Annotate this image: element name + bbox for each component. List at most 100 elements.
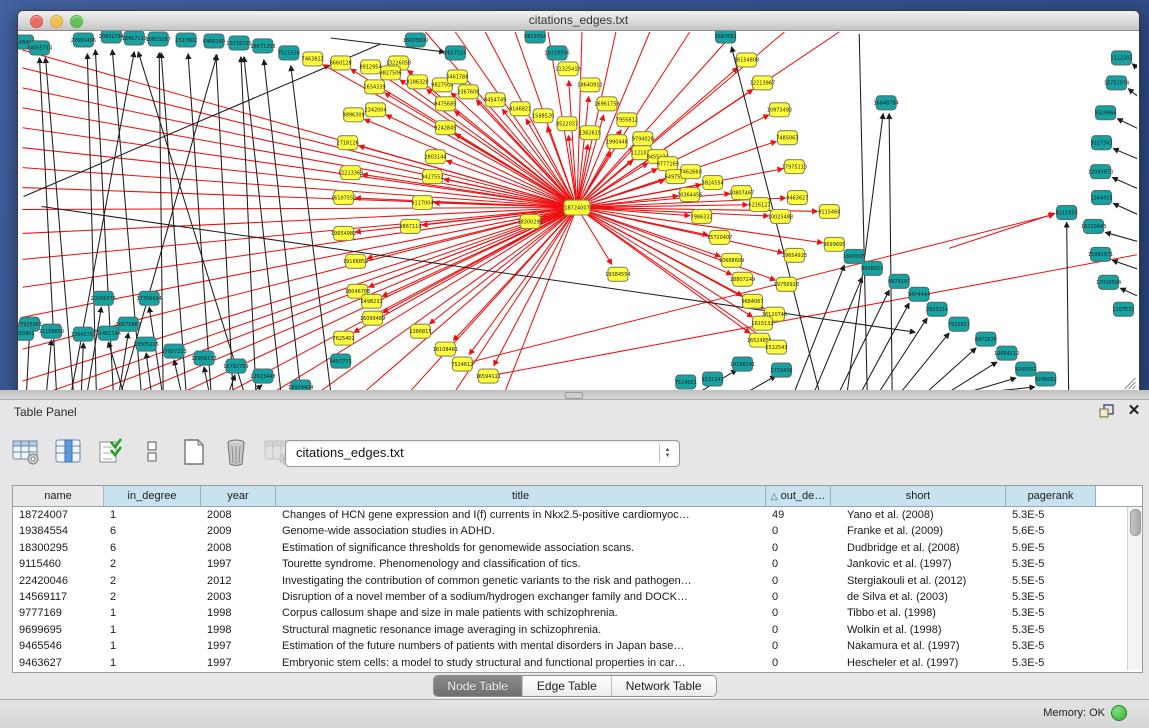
node[interactable] — [1091, 165, 1111, 179]
selected-node[interactable] — [737, 53, 757, 67]
node[interactable] — [176, 33, 196, 47]
divider-grip-icon[interactable] — [565, 392, 583, 399]
edge[interactable] — [794, 265, 844, 391]
selected-node[interactable] — [435, 121, 455, 135]
node[interactable] — [164, 344, 184, 358]
cell-title[interactable]: Disruption of a novel member of a sodium… — [276, 589, 766, 605]
cell-name[interactable]: 9115460 — [13, 556, 104, 572]
cell-name[interactable]: 9463627 — [13, 655, 104, 671]
selected-node[interactable] — [692, 210, 712, 224]
edge[interactable] — [901, 333, 949, 391]
edge[interactable] — [927, 348, 976, 391]
selected-node[interactable] — [361, 60, 381, 74]
selected-node[interactable] — [365, 80, 385, 94]
node[interactable] — [909, 287, 929, 301]
cell-out_de[interactable]: 49 — [766, 507, 831, 523]
node[interactable] — [997, 346, 1017, 360]
cell-in_degree[interactable]: 2 — [104, 573, 201, 589]
column-header-title[interactable]: title — [276, 486, 766, 507]
selected-node[interactable] — [558, 62, 578, 76]
table-row[interactable]: 2242004622012Investigating the contribut… — [13, 573, 1126, 589]
node[interactable] — [73, 327, 93, 341]
selected-edge[interactable] — [488, 253, 1137, 376]
node[interactable] — [862, 261, 882, 275]
cell-short[interactable]: Nakamura et al. (1997) — [831, 638, 1006, 654]
cell-in_degree[interactable]: 1 — [104, 622, 201, 638]
selected-node[interactable] — [458, 85, 478, 99]
node[interactable] — [1092, 136, 1112, 150]
table-row[interactable]: 969969511998Structural magnetic resonanc… — [13, 622, 1126, 638]
node[interactable] — [226, 359, 246, 373]
column-header-out_de[interactable]: △out_de… — [766, 486, 831, 507]
cell-year[interactable]: 2008 — [201, 507, 276, 523]
selected-node[interactable] — [633, 132, 653, 146]
cell-pagerank[interactable]: 5.3E-5 — [1006, 605, 1096, 621]
cell-short[interactable]: Hescheler et al. (1997) — [831, 655, 1006, 671]
selected-node[interactable] — [344, 108, 364, 122]
cell-in_degree[interactable]: 2 — [104, 556, 201, 572]
selected-node[interactable] — [776, 277, 796, 291]
node[interactable] — [1084, 219, 1104, 233]
node[interactable] — [1107, 76, 1127, 90]
selected-node[interactable] — [435, 97, 455, 111]
table-row[interactable]: 911546021997Tourette syndrome. Phenomeno… — [13, 556, 1126, 572]
cell-short[interactable]: Dudbridge et al. (2008) — [831, 540, 1006, 556]
selected-node[interactable] — [334, 331, 354, 345]
edge[interactable] — [204, 367, 209, 391]
cell-title[interactable]: Changes of HCN gene expression and I(f) … — [276, 507, 766, 523]
cell-out_de[interactable]: 0 — [766, 638, 831, 654]
cell-year[interactable]: 1998 — [201, 622, 276, 638]
edge[interactable] — [1114, 149, 1137, 162]
selected-node[interactable] — [753, 316, 773, 330]
cell-name[interactable]: 18300295 — [13, 540, 104, 556]
node[interactable] — [889, 274, 909, 288]
table-row[interactable]: 977716911998Corpus callosum shape and si… — [13, 605, 1126, 621]
cell-title[interactable]: Genome-wide association studies in ADHD. — [276, 523, 766, 539]
node[interactable] — [331, 354, 351, 368]
cell-in_degree[interactable]: 1 — [104, 605, 201, 621]
dropdown-stepper-icon[interactable]: ▲▼ — [659, 444, 675, 462]
node[interactable] — [73, 33, 93, 47]
selected-edge[interactable] — [454, 208, 577, 341]
cell-out_de[interactable]: 0 — [766, 605, 831, 621]
selected-node[interactable] — [743, 294, 763, 308]
cell-year[interactable]: 1997 — [201, 638, 276, 654]
node[interactable] — [676, 375, 696, 389]
selected-node[interactable] — [346, 254, 366, 268]
tab-network-table[interactable]: Network Table — [612, 676, 716, 696]
node[interactable] — [204, 34, 224, 48]
node[interactable] — [229, 36, 249, 50]
cell-year[interactable]: 2012 — [201, 573, 276, 589]
selected-node[interactable] — [597, 97, 617, 111]
edge[interactable] — [264, 60, 301, 391]
edge[interactable] — [46, 340, 51, 391]
column-header-year[interactable]: year — [201, 486, 276, 507]
edge[interactable] — [861, 303, 909, 391]
selected-node[interactable] — [608, 267, 628, 281]
selected-node[interactable] — [824, 237, 844, 251]
edge[interactable] — [241, 57, 256, 391]
edge[interactable] — [1120, 288, 1137, 299]
selected-node[interactable] — [381, 66, 401, 80]
selected-node[interactable] — [703, 176, 723, 190]
selected-node[interactable] — [680, 188, 700, 202]
cell-out_de[interactable]: 0 — [766, 655, 831, 671]
cell-year[interactable]: 1997 — [201, 556, 276, 572]
node[interactable] — [98, 326, 118, 340]
cell-pagerank[interactable]: 5.3E-5 — [1006, 589, 1096, 605]
edge[interactable] — [748, 376, 776, 391]
selected-node[interactable] — [334, 226, 354, 240]
selected-node[interactable] — [341, 166, 361, 180]
edge[interactable] — [331, 38, 445, 52]
selected-node[interactable] — [766, 340, 786, 354]
node[interactable] — [844, 249, 864, 263]
cell-in_degree[interactable]: 1 — [104, 655, 201, 671]
cell-year[interactable]: 2003 — [201, 589, 276, 605]
node[interactable] — [927, 302, 947, 316]
selected-edge[interactable] — [577, 208, 612, 265]
cell-short[interactable]: Tibbo et al. (1998) — [831, 605, 1006, 621]
cell-short[interactable]: Stergiakouli et al. (2012) — [831, 573, 1006, 589]
node[interactable] — [253, 369, 273, 383]
resize-grip-icon[interactable] — [1132, 386, 1135, 389]
selected-node[interactable] — [607, 135, 627, 149]
